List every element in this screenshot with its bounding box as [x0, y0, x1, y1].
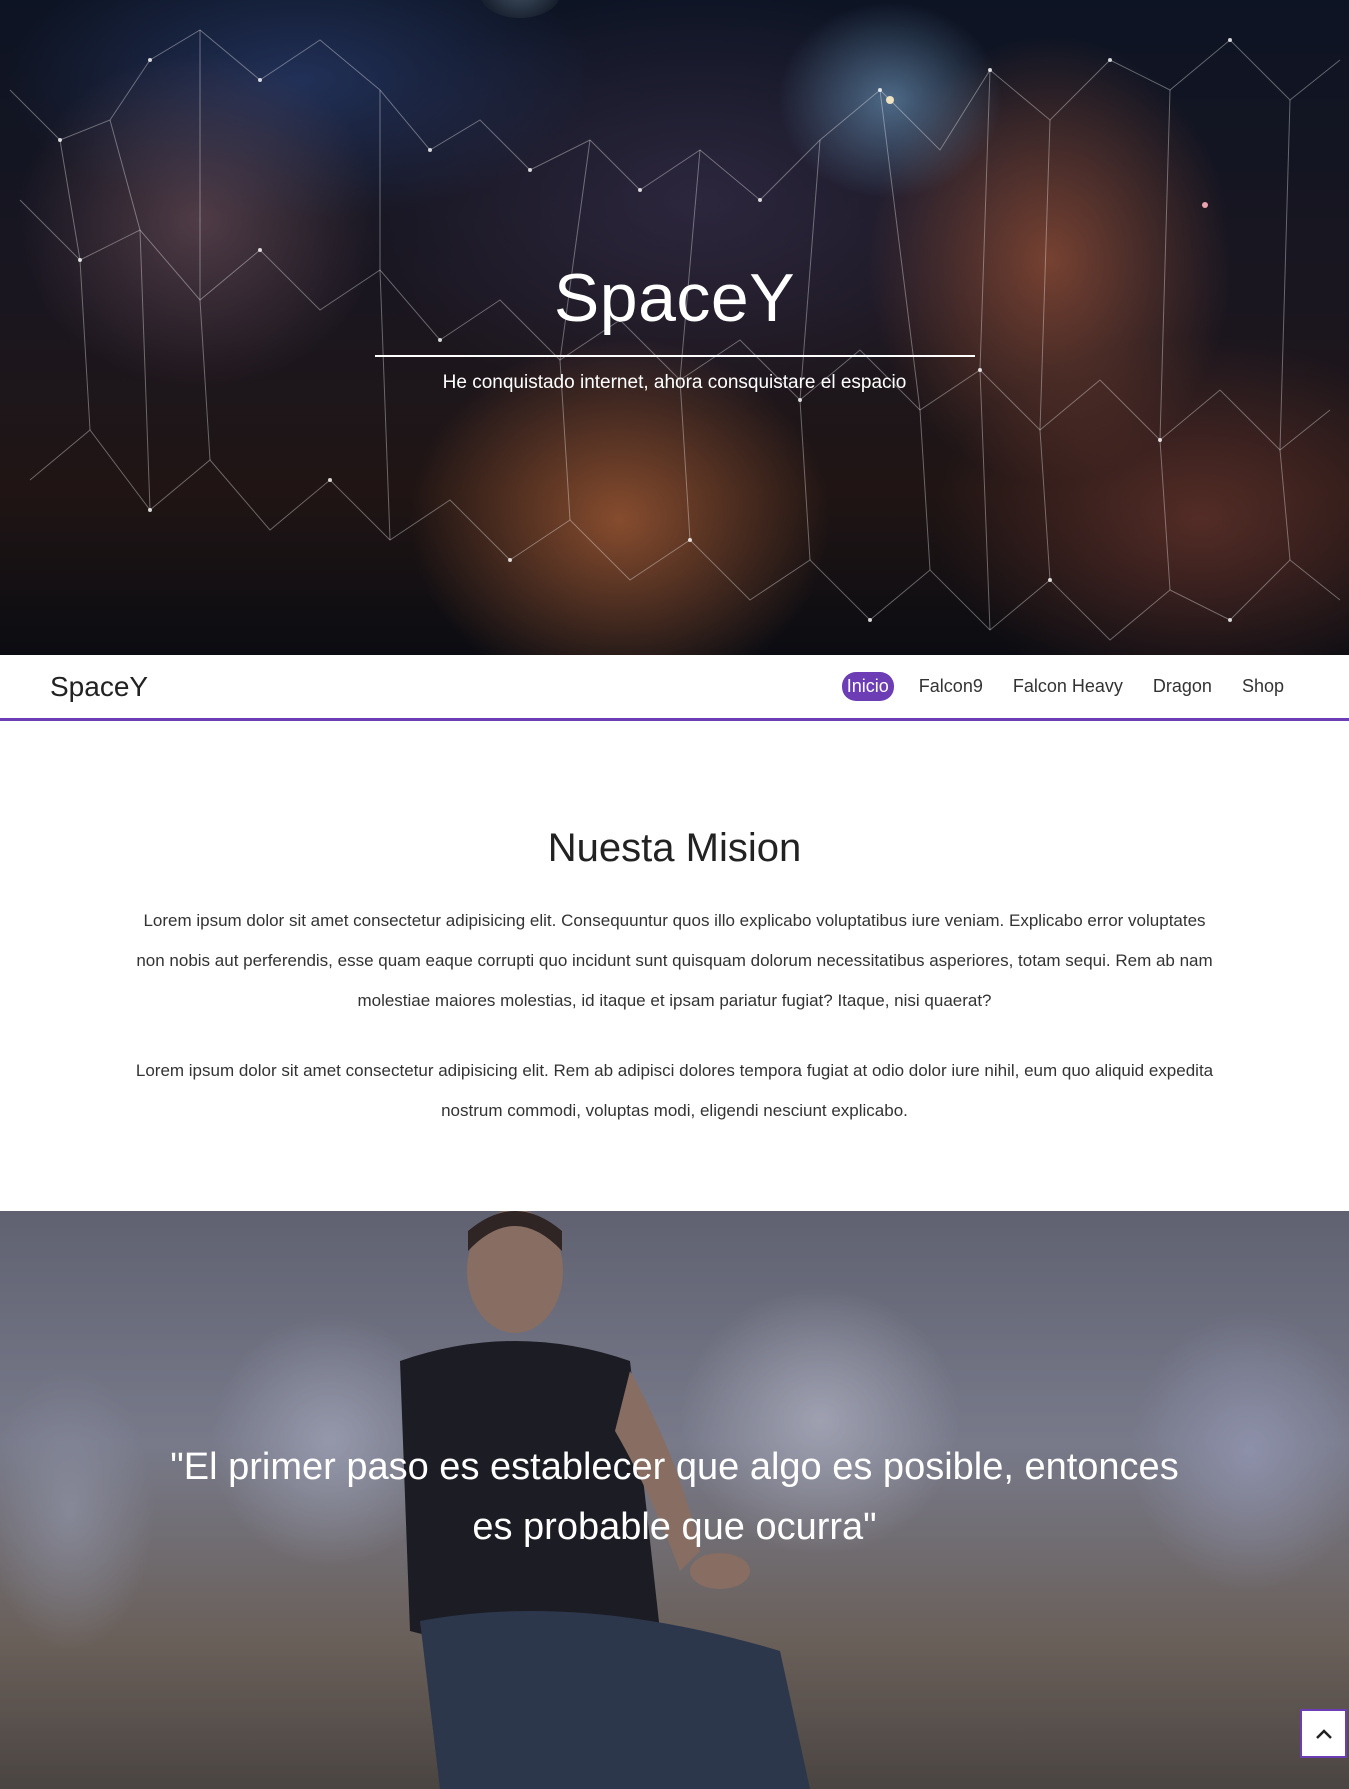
nav-link-falcon9[interactable]: Falcon9 [914, 672, 988, 701]
hero-content: SpaceY He conquistado internet, ahora co… [0, 258, 1349, 394]
chevron-up-icon [1315, 1728, 1332, 1739]
hero-section: SpaceY He conquistado internet, ahora co… [0, 0, 1349, 655]
nav-link-inicio[interactable]: Inicio [841, 672, 894, 701]
navbar: SpaceY Inicio Falcon9 Falcon Heavy Drago… [0, 655, 1349, 721]
mission-section: Nuesta Mision Lorem ipsum dolor sit amet… [0, 721, 1349, 1211]
hero-subtitle: He conquistado internet, ahora consquist… [442, 372, 907, 393]
nav-item: Shop [1217, 672, 1289, 701]
mission-paragraph: Lorem ipsum dolor sit amet consectetur a… [135, 1061, 1214, 1120]
hero-title: SpaceY [553, 260, 796, 336]
quote-section: "El primer paso es establecer que algo e… [0, 1211, 1349, 1789]
nav-item: Dragon [1128, 672, 1217, 701]
hero-divider [374, 355, 975, 357]
nav-link-falcon-heavy[interactable]: Falcon Heavy [1008, 672, 1128, 701]
nav-item: Inicio [822, 672, 894, 701]
mission-body: Lorem ipsum dolor sit amet consectetur a… [130, 901, 1219, 1131]
mission-paragraph: Lorem ipsum dolor sit amet consectetur a… [136, 911, 1213, 1010]
quote-text: "El primer paso es establecer que algo e… [170, 1446, 1179, 1548]
mission-title: Nuesta Mision [547, 826, 802, 870]
nav-item: Falcon9 [894, 672, 988, 701]
scroll-to-top-button[interactable] [1300, 1709, 1347, 1758]
nav-menu: Inicio Falcon9 Falcon Heavy Dragon Shop [822, 672, 1289, 701]
nav-item: Falcon Heavy [988, 672, 1128, 701]
navbar-brand[interactable]: SpaceY [50, 671, 148, 703]
nav-link-dragon[interactable]: Dragon [1148, 672, 1217, 701]
nav-link-shop[interactable]: Shop [1237, 672, 1289, 701]
